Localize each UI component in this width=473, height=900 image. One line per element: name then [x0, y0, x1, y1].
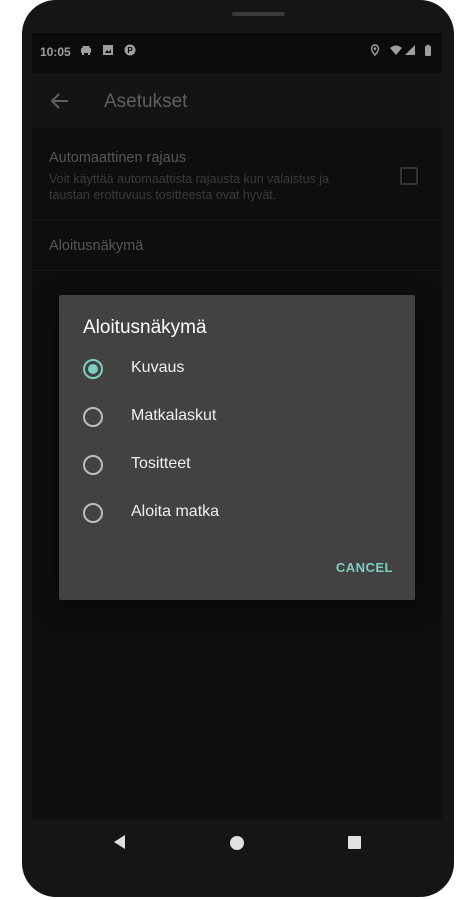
nav-home-icon[interactable]	[230, 836, 244, 850]
option-label: Kuvaus	[131, 359, 185, 376]
cancel-button[interactable]: CANCEL	[336, 560, 393, 575]
option-matkalaskut[interactable]: Matkalaskut	[59, 393, 415, 441]
nav-recents-icon[interactable]	[348, 836, 361, 849]
option-label: Aloita matka	[131, 503, 220, 520]
nav-back-icon[interactable]	[114, 835, 125, 849]
option-label: Matkalaskut	[131, 407, 217, 424]
radio-button-selected[interactable]	[83, 359, 103, 379]
speaker-grille	[232, 12, 285, 16]
screen: 10:05 P Asetukset Automaattinen rajaus V…	[32, 33, 442, 819]
dialog-title: Aloitusnäkymä	[83, 317, 207, 338]
option-label: Tositteet	[131, 455, 191, 472]
radio-button[interactable]	[83, 503, 103, 523]
start-view-dialog: Aloitusnäkymä Kuvaus Matkalaskut Tositte…	[59, 295, 415, 600]
radio-button[interactable]	[83, 455, 103, 475]
option-tositteet[interactable]: Tositteet	[59, 441, 415, 489]
option-aloita-matka[interactable]: Aloita matka	[59, 489, 415, 537]
option-kuvaus[interactable]: Kuvaus	[59, 345, 415, 393]
navigation-bar	[32, 819, 442, 867]
radio-button[interactable]	[83, 407, 103, 427]
